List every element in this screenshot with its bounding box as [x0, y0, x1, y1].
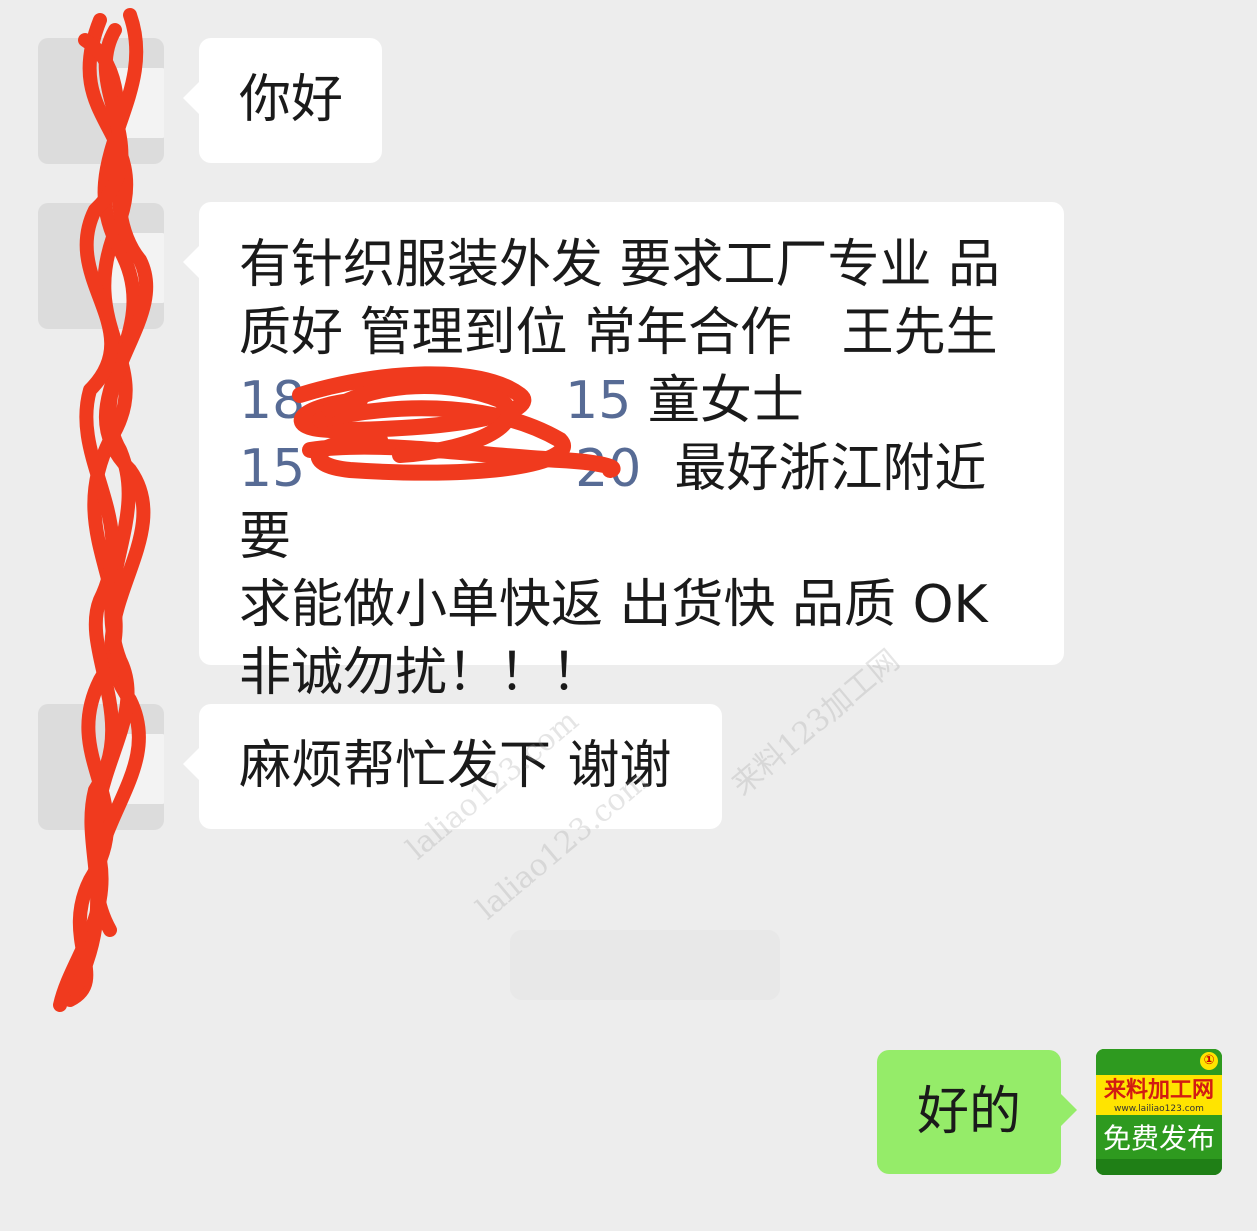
incoming-message-bubble[interactable]: 有针织服装外发 要求工厂专业 品 质好 管理到位 常年合作 王先生 18 15 童…: [183, 202, 1064, 703]
logo-url: www.lailiao123.com: [1114, 1104, 1204, 1114]
contact-avatar[interactable]: [38, 704, 164, 830]
message-text-line: 质好 管理到位 常年合作 王先生: [239, 303, 998, 363]
avatar-image: [106, 68, 164, 138]
logo-slogan: 免费发布: [1102, 1122, 1215, 1155]
incoming-message-bubble[interactable]: 麻烦帮忙发下 谢谢: [183, 704, 722, 829]
message-text: 你好: [239, 70, 344, 130]
phone-number-link[interactable]: 15 20: [239, 439, 641, 499]
system-notice: [510, 930, 780, 1000]
brand-logo: 来料加工网: [1103, 1077, 1214, 1103]
message-text-line: 15 20 最好浙江附近 要: [239, 439, 1003, 567]
message-text-line: 求能做小单快返 出货快 品质 OK: [239, 575, 988, 635]
contact-name: 童女士: [631, 371, 804, 431]
message-text-line: 18 15 童女士: [239, 367, 1039, 435]
outgoing-message-bubble[interactable]: 好的: [877, 1050, 1077, 1174]
phone-number-link[interactable]: 18 15: [239, 371, 631, 431]
chat-window: 你好 有针织服装外发 要求工厂专业 品 质好 管理到位 常年合作 王先生 18 1…: [0, 0, 1257, 1231]
message-text-line: 有针织服装外发 要求工厂专业 品: [239, 235, 1001, 295]
message-text: 麻烦帮忙发下 谢谢: [239, 736, 672, 796]
badge-icon: ①: [1200, 1052, 1218, 1070]
logo-footer: [1096, 1159, 1222, 1175]
message-text: 好的: [917, 1082, 1022, 1142]
avatar-image: [106, 233, 164, 303]
self-avatar[interactable]: ① 来料加工网 www.lailiao123.com 免费发布: [1096, 1049, 1222, 1175]
contact-avatar[interactable]: [38, 38, 164, 164]
contact-avatar[interactable]: [38, 203, 164, 329]
incoming-message-bubble[interactable]: 你好: [183, 38, 382, 163]
avatar-image: [106, 734, 164, 804]
message-text-line: 非诚勿扰！！！: [239, 643, 604, 703]
